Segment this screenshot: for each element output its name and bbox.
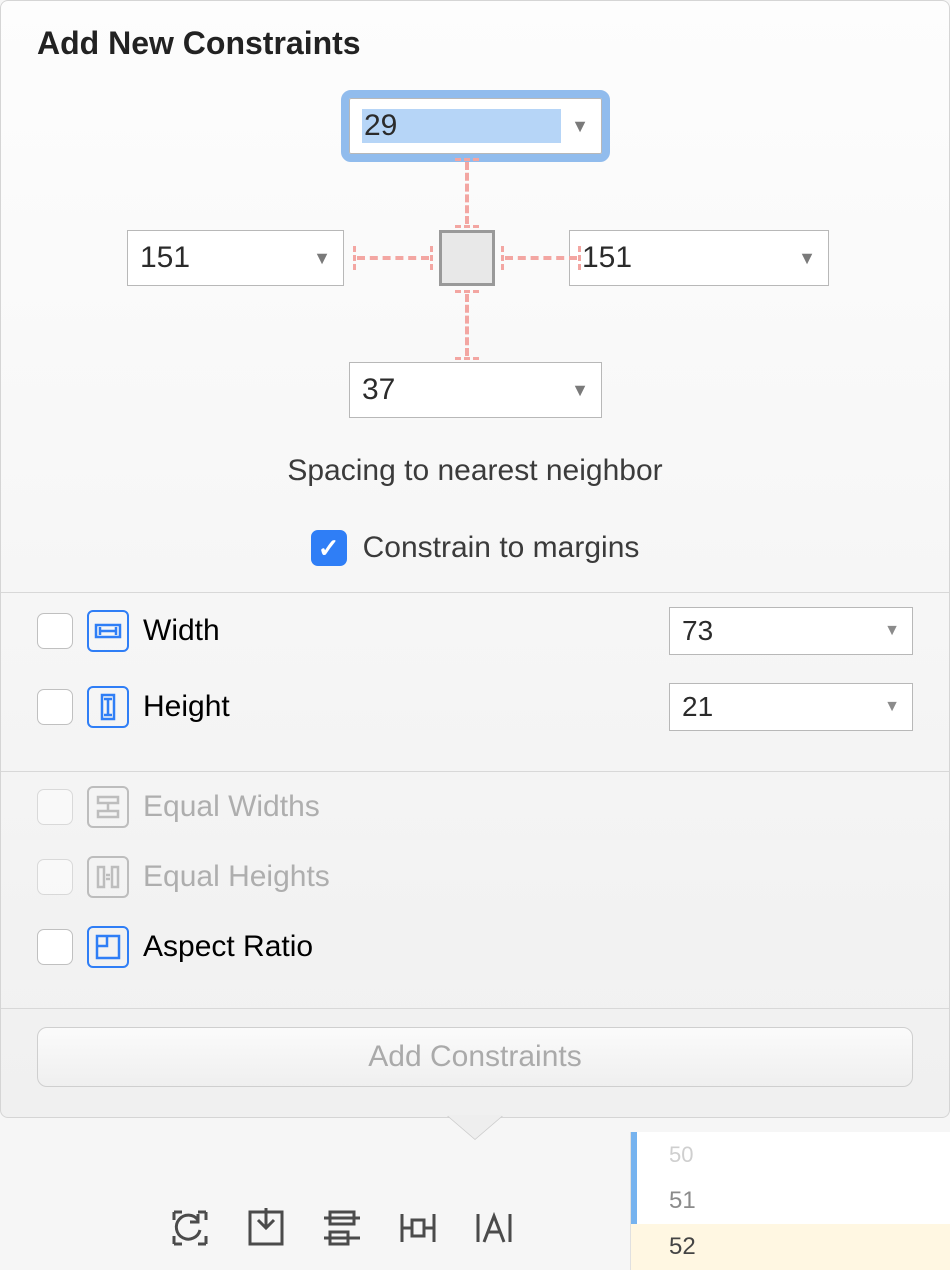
height-checkbox[interactable] — [37, 689, 73, 725]
spacing-subtitle: Spacing to nearest neighbor — [1, 454, 949, 488]
width-checkbox[interactable] — [37, 613, 73, 649]
equal-heights-checkbox — [37, 859, 73, 895]
align-icon[interactable] — [318, 1204, 366, 1252]
embed-in-icon[interactable] — [242, 1204, 290, 1252]
equal-widths-label: Equal Widths — [143, 790, 913, 824]
equal-widths-checkbox — [37, 789, 73, 825]
add-constraints-popover: Add New Constraints 29 151 151 37 — [0, 0, 950, 1118]
chevron-down-icon — [571, 380, 589, 401]
pin-constraints-icon[interactable] — [394, 1204, 442, 1252]
height-combo[interactable]: 21 — [669, 683, 913, 731]
top-strut[interactable] — [461, 158, 473, 228]
bottom-strut[interactable] — [461, 290, 473, 360]
top-spacing-combo[interactable]: 29 — [349, 98, 602, 154]
chevron-down-icon — [884, 622, 900, 640]
line-number: 50 — [631, 1132, 950, 1178]
left-spacing-combo[interactable]: 151 — [127, 230, 344, 286]
left-strut[interactable] — [353, 252, 433, 264]
width-icon — [87, 610, 129, 652]
add-constraints-button[interactable]: Add Constraints — [37, 1027, 913, 1087]
aspect-ratio-checkbox[interactable] — [37, 929, 73, 965]
equal-widths-icon — [87, 786, 129, 828]
chevron-down-icon — [571, 116, 589, 137]
center-view-icon — [439, 230, 495, 286]
aspect-ratio-icon — [87, 926, 129, 968]
chevron-down-icon — [313, 248, 331, 269]
canvas-toolbar — [0, 1204, 950, 1252]
height-icon — [87, 686, 129, 728]
right-spacing-combo[interactable]: 151 — [569, 230, 829, 286]
equal-heights-icon — [87, 856, 129, 898]
popover-title: Add New Constraints — [1, 1, 949, 78]
width-combo[interactable]: 73 — [669, 607, 913, 655]
constrain-margins-checkbox[interactable] — [311, 530, 347, 566]
chevron-down-icon — [884, 698, 900, 716]
update-frames-icon[interactable] — [166, 1204, 214, 1252]
constrain-margins-label: Constrain to margins — [363, 531, 640, 565]
equal-heights-label: Equal Heights — [143, 860, 913, 894]
width-label: Width — [143, 614, 655, 648]
divider — [1, 1008, 949, 1009]
aspect-ratio-label: Aspect Ratio — [143, 930, 913, 964]
chevron-down-icon — [798, 248, 816, 269]
right-strut[interactable] — [501, 252, 581, 264]
height-label: Height — [143, 690, 655, 724]
resolve-issues-icon[interactable] — [470, 1204, 518, 1252]
bottom-spacing-combo[interactable]: 37 — [349, 362, 602, 418]
